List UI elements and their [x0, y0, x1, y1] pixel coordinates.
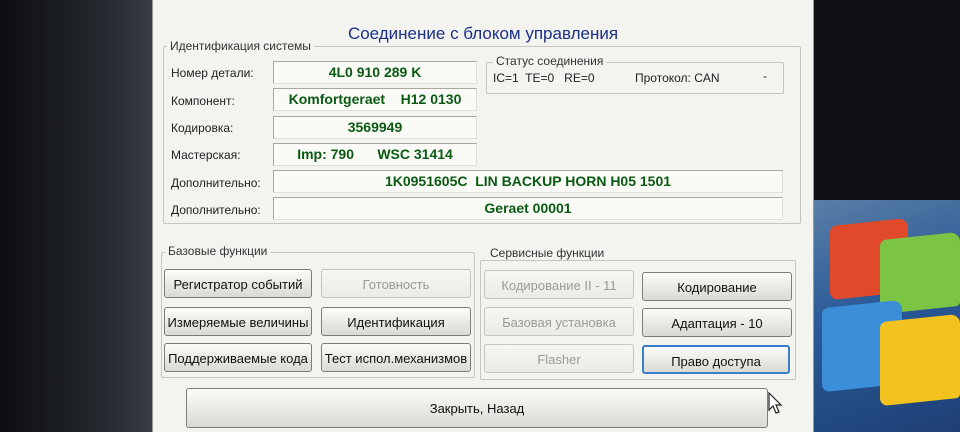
identification-legend: Идентификация системы [167, 39, 314, 53]
windows-logo-icon-yellow [880, 313, 960, 407]
coding-label: Кодировка: [171, 121, 234, 135]
flasher-button[interactable]: Flasher [484, 344, 634, 373]
workshop-field[interactable]: Imp: 790 WSC 31414 [273, 143, 477, 166]
connection-dialog: Соединение с блоком управления Идентифик… [152, 0, 814, 432]
ready-button[interactable]: Готовность [321, 269, 471, 298]
connection-status-values: IC=1 TE=0 RE=0 [493, 71, 595, 85]
part-number-field[interactable]: 4L0 910 289 K [273, 61, 477, 84]
service-functions-legend: Сервисные функции [487, 246, 608, 260]
extra1-label: Дополнительно: [171, 176, 261, 190]
mouse-cursor-icon [768, 392, 783, 414]
connection-status-legend: Статус соединения [493, 54, 607, 68]
connection-dash: - [763, 69, 767, 83]
coding-button[interactable]: Кодирование [642, 272, 792, 301]
workshop-label: Мастерская: [171, 148, 241, 162]
supported-codes-button[interactable]: Поддерживаемые кода [164, 343, 312, 372]
event-log-button[interactable]: Регистратор событий [164, 269, 312, 298]
connection-protocol: Протокол: CAN [635, 71, 720, 85]
extra2-label: Дополнительно: [171, 203, 261, 217]
coding2-button[interactable]: Кодирование II - 11 [484, 270, 634, 299]
measuring-values-button[interactable]: Измеряемые величины [164, 307, 312, 336]
adaptation-button[interactable]: Адаптация - 10 [642, 308, 792, 337]
part-number-label: Номер детали: [171, 66, 254, 80]
basic-settings-button[interactable]: Базовая установка [484, 307, 634, 336]
coding-field[interactable]: 3569949 [273, 116, 477, 139]
access-rights-button[interactable]: Право доступа [642, 345, 790, 374]
basic-functions-legend: Базовые функции [165, 244, 271, 258]
component-label: Компонент: [171, 94, 235, 108]
identification-button[interactable]: Идентификация [321, 307, 471, 336]
output-test-button[interactable]: Тест испол.механизмов [321, 343, 471, 372]
extra2-field[interactable]: Geraet 00001 [273, 197, 783, 220]
component-field[interactable]: Komfortgeraet H12 0130 [273, 88, 477, 111]
close-back-button[interactable]: Закрыть, Назад [186, 388, 768, 428]
extra1-field[interactable]: 1K0951605C LIN BACKUP HORN H05 1501 [273, 170, 783, 193]
monitor-bezel-left [0, 0, 152, 432]
